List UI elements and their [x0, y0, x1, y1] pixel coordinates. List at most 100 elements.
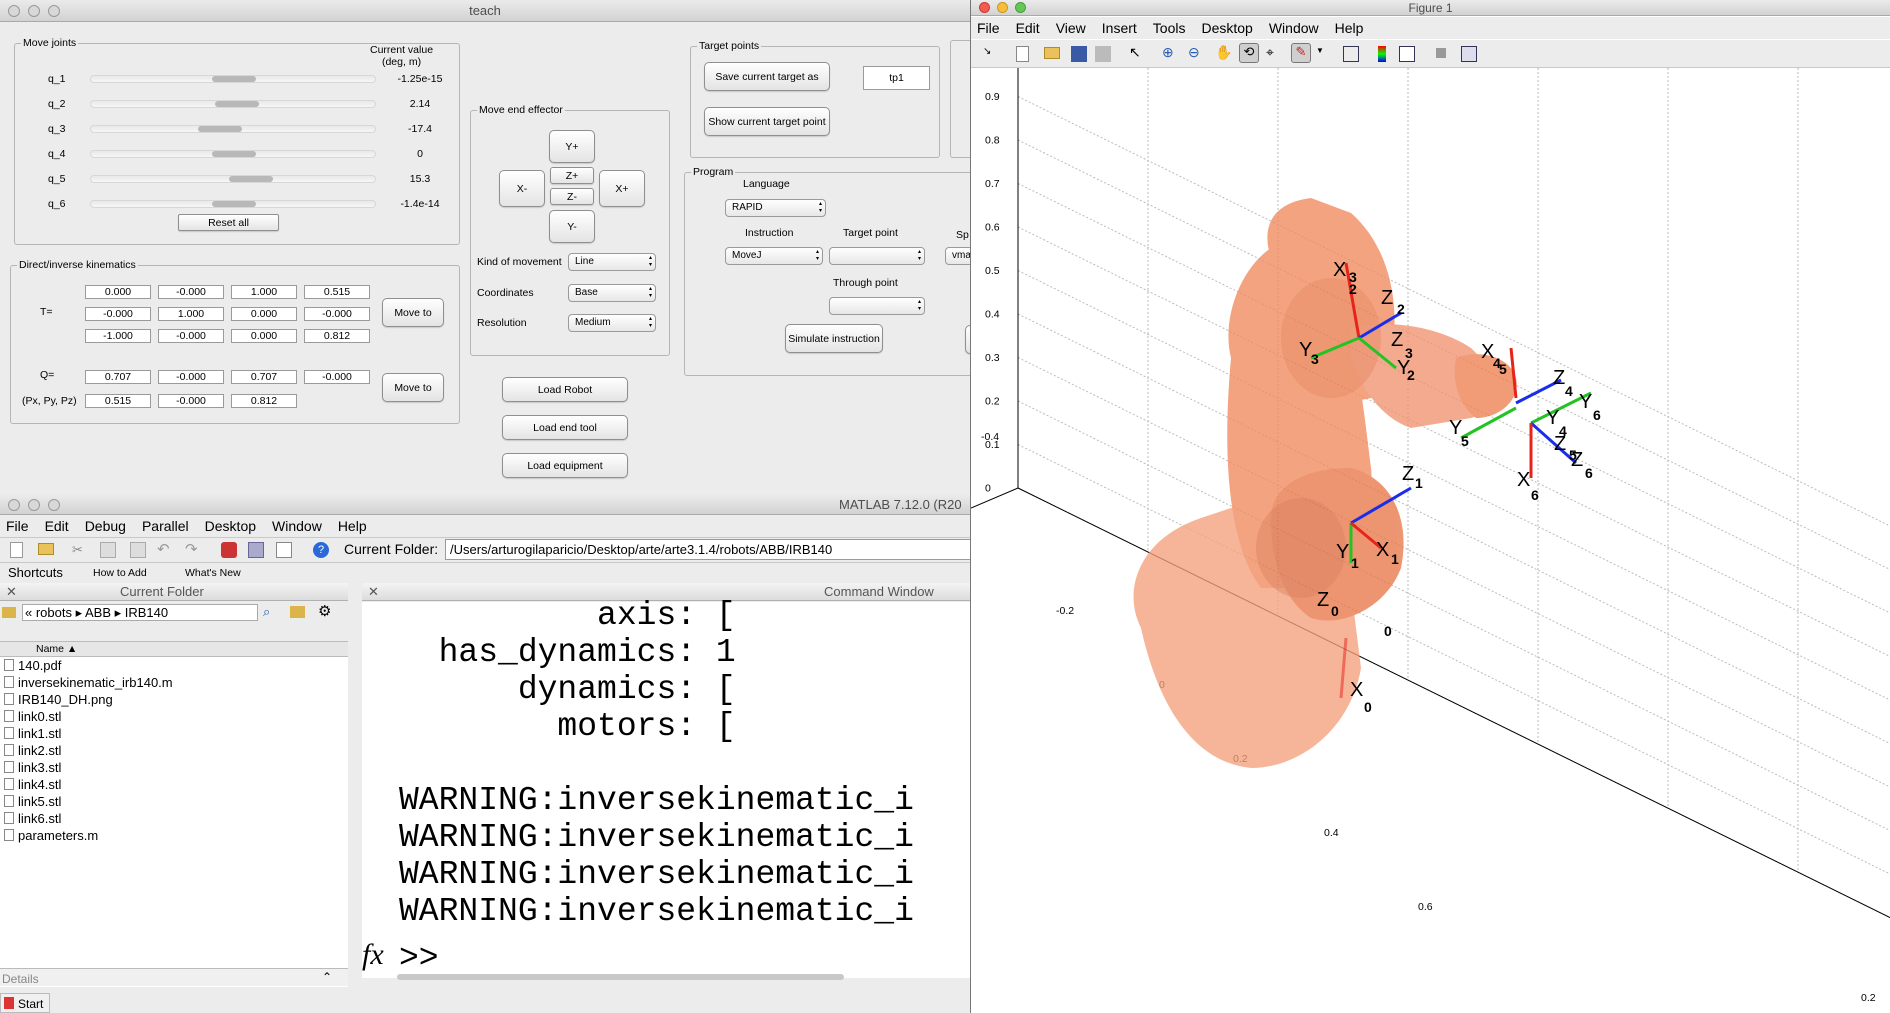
- t-matrix-cell[interactable]: 1.000: [231, 285, 297, 299]
- show-tools-icon[interactable]: [1461, 46, 1477, 62]
- show-target-button[interactable]: Show current target point: [704, 107, 830, 136]
- coordinates-select[interactable]: Base: [568, 284, 656, 302]
- how-to-add-link[interactable]: How to Add: [93, 567, 147, 579]
- menu-item[interactable]: Edit: [45, 516, 69, 536]
- colorbar-icon[interactable]: [1378, 46, 1386, 62]
- target-point-select[interactable]: [829, 247, 925, 265]
- joint-slider[interactable]: [90, 75, 376, 83]
- t-matrix-cell[interactable]: 0.000: [85, 285, 151, 299]
- redo-icon[interactable]: ↷: [185, 540, 201, 558]
- z-plus-button[interactable]: Z+: [550, 167, 594, 184]
- t-matrix-cell[interactable]: -0.000: [304, 307, 370, 321]
- speed-select[interactable]: vmax: [945, 247, 970, 265]
- menu-item[interactable]: Desktop: [1201, 17, 1252, 39]
- figure-zoom-button[interactable]: [1015, 2, 1026, 13]
- q-value-cell[interactable]: 0.707: [85, 370, 151, 384]
- menu-item[interactable]: Help: [1335, 17, 1364, 39]
- dock-arrow-icon[interactable]: ↘: [983, 46, 999, 62]
- t-matrix-cell[interactable]: -0.000: [158, 285, 224, 299]
- brush-icon[interactable]: ✎: [1291, 43, 1311, 63]
- command-prompt[interactable]: >>: [399, 940, 439, 977]
- t-matrix-cell[interactable]: 0.000: [231, 329, 297, 343]
- slider-thumb[interactable]: [212, 76, 256, 82]
- open-file-icon[interactable]: [1044, 47, 1060, 59]
- p-value-cell[interactable]: 0.812: [231, 394, 297, 408]
- data-cursor-icon[interactable]: ⌖: [1266, 44, 1282, 60]
- load-robot-button[interactable]: Load Robot: [502, 377, 628, 402]
- target-name-field[interactable]: tp1: [863, 66, 930, 90]
- hide-tools-icon[interactable]: [1436, 48, 1446, 58]
- menu-item[interactable]: Window: [272, 516, 322, 536]
- whats-new-link[interactable]: What's New: [185, 567, 241, 579]
- undo-icon[interactable]: ↶: [157, 540, 173, 558]
- p-value-cell[interactable]: -0.000: [158, 394, 224, 408]
- t-matrix-cell[interactable]: -0.000: [158, 329, 224, 343]
- close-button[interactable]: [8, 5, 20, 17]
- through-point-select[interactable]: [829, 297, 925, 315]
- menu-item[interactable]: Parallel: [142, 516, 189, 536]
- language-select[interactable]: RAPID: [725, 199, 826, 217]
- matlab-minimize-button[interactable]: [28, 499, 40, 511]
- slider-thumb[interactable]: [229, 176, 274, 182]
- find-files-icon[interactable]: ⌕: [263, 604, 279, 620]
- menu-item[interactable]: Window: [1269, 17, 1319, 39]
- command-window-body[interactable]: axis: [ has_dynamics: 1 dynamics: [ moto…: [362, 597, 970, 980]
- panel-close-icon[interactable]: ✕: [6, 583, 17, 601]
- zoom-out-icon[interactable]: ⊖: [1188, 44, 1204, 60]
- robot-model[interactable]: [1133, 198, 1517, 768]
- y-plus-button[interactable]: Y+: [549, 130, 595, 163]
- open-folder-icon[interactable]: [38, 543, 54, 555]
- file-list-item[interactable]: link3.stl: [4, 759, 61, 776]
- matlab-close-button[interactable]: [8, 499, 20, 511]
- current-folder-path[interactable]: /Users/arturogilaparicio/Desktop/arte/ar…: [445, 539, 970, 560]
- resolution-select[interactable]: Medium: [568, 314, 656, 332]
- zoom-in-icon[interactable]: ⊕: [1162, 44, 1178, 60]
- q-value-cell[interactable]: 0.707: [231, 370, 297, 384]
- t-matrix-cell[interactable]: 0.812: [304, 329, 370, 343]
- t-matrix-cell[interactable]: 1.000: [158, 307, 224, 321]
- menu-item[interactable]: Help: [338, 516, 367, 536]
- slider-thumb[interactable]: [212, 201, 256, 207]
- simulate-instruction-button[interactable]: Simulate instruction: [785, 324, 883, 353]
- menu-item[interactable]: Debug: [85, 516, 126, 536]
- file-list-item[interactable]: inversekinematic_irb140.m: [4, 674, 173, 691]
- file-list-item[interactable]: link6.stl: [4, 810, 61, 827]
- instruction-select[interactable]: MoveJ: [725, 247, 823, 265]
- menu-item[interactable]: Tools: [1153, 17, 1186, 39]
- file-list-item[interactable]: link1.stl: [4, 725, 61, 742]
- chevron-up-icon[interactable]: ⌃: [322, 970, 332, 984]
- joint-slider[interactable]: [90, 150, 376, 158]
- y-minus-button[interactable]: Y-: [549, 210, 595, 243]
- menu-item[interactable]: Insert: [1102, 17, 1137, 39]
- shortcuts-label[interactable]: Shortcuts: [8, 565, 63, 580]
- slider-thumb[interactable]: [197, 126, 242, 132]
- t-matrix-cell[interactable]: -1.000: [85, 329, 151, 343]
- p-value-cell[interactable]: 0.515: [85, 394, 151, 408]
- menu-item[interactable]: Desktop: [205, 516, 256, 536]
- file-list-item[interactable]: link4.stl: [4, 776, 61, 793]
- brush-dropdown-icon[interactable]: ▼: [1316, 46, 1332, 62]
- horizontal-scrollbar[interactable]: [397, 974, 844, 980]
- move-to-t-button[interactable]: Move to: [382, 298, 444, 327]
- t-matrix-cell[interactable]: -0.000: [85, 307, 151, 321]
- start-button[interactable]: Start: [0, 993, 50, 1013]
- t-matrix-cell[interactable]: 0.515: [304, 285, 370, 299]
- file-list-item[interactable]: link5.stl: [4, 793, 61, 810]
- file-list-item[interactable]: 140.pdf: [4, 657, 61, 674]
- joint-slider[interactable]: [90, 100, 376, 108]
- joint-slider[interactable]: [90, 125, 376, 133]
- joint-slider[interactable]: [90, 200, 376, 208]
- pan-icon[interactable]: ✋: [1215, 44, 1232, 60]
- new-figure-icon[interactable]: [1016, 46, 1029, 62]
- matlab-zoom-button[interactable]: [48, 499, 60, 511]
- z-minus-button[interactable]: Z-: [550, 188, 594, 205]
- guide-icon[interactable]: [248, 542, 264, 558]
- file-list-item[interactable]: link2.stl: [4, 742, 61, 759]
- t-matrix-cell[interactable]: 0.000: [231, 307, 297, 321]
- save-icon[interactable]: [1071, 46, 1087, 62]
- robot-3d-axes[interactable]: 0.90.80.70.60.50.40.30.20.10 -0.4-0.200.…: [971, 68, 1890, 1013]
- load-end-tool-button[interactable]: Load end tool: [502, 415, 628, 440]
- copy-icon[interactable]: [100, 542, 116, 558]
- slider-thumb[interactable]: [212, 151, 256, 157]
- minimize-button[interactable]: [28, 5, 40, 17]
